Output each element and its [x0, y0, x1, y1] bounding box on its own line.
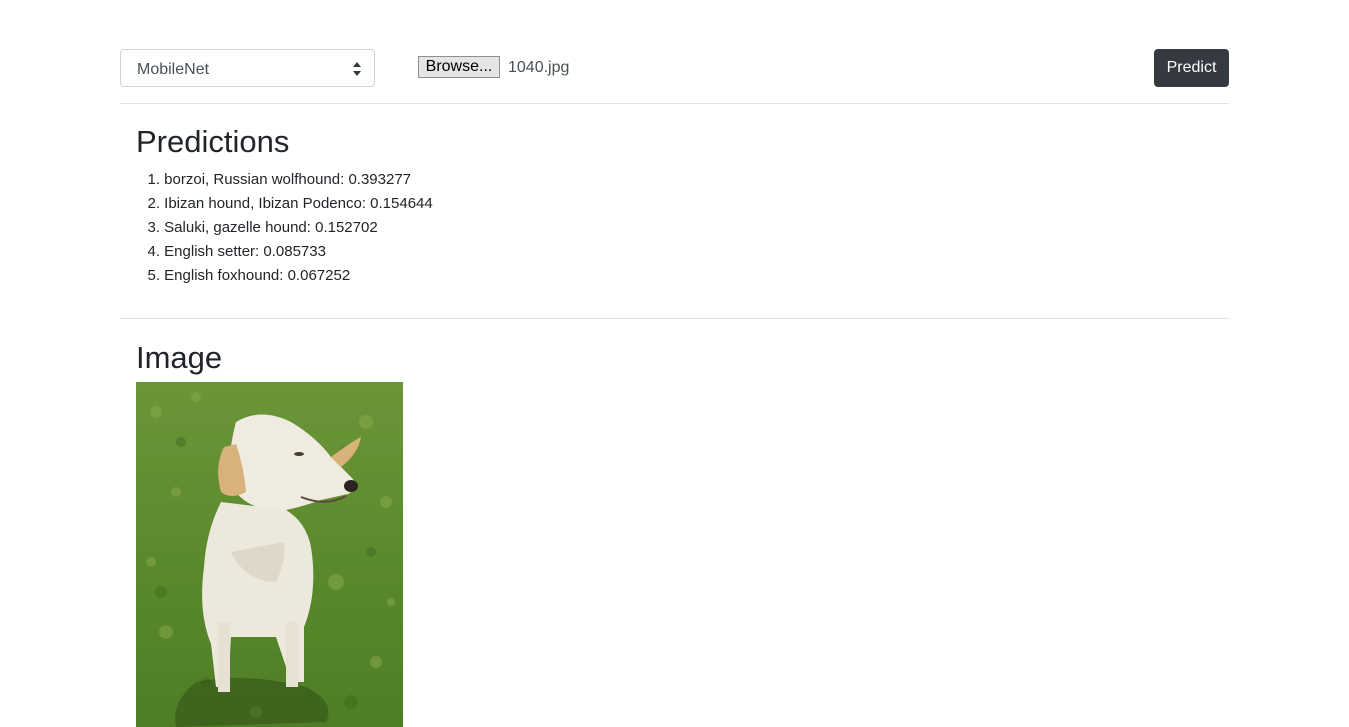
model-select[interactable]: MobileNet	[120, 49, 375, 87]
toolbar: MobileNet Browse... 1040.jpg Predict	[120, 49, 1229, 87]
image-title: Image	[136, 340, 223, 375]
divider-middle	[120, 318, 1229, 319]
dog-photo	[136, 382, 403, 727]
prediction-item: 3. Saluki, gazelle hound: 0.152702	[147, 219, 378, 236]
browse-button[interactable]: Browse...	[418, 56, 500, 78]
predict-button[interactable]: Predict	[1154, 49, 1229, 87]
selected-file-name: 1040.jpg	[508, 59, 570, 76]
dog-image	[136, 382, 403, 727]
divider-top	[120, 103, 1229, 104]
prediction-item: 2. Ibizan hound, Ibizan Podenco: 0.15464…	[147, 195, 433, 212]
predictions-list: 1. borzoi, Russian wolfhound: 0.393277 2…	[136, 168, 433, 288]
prediction-item: 4. English setter: 0.085733	[147, 243, 326, 260]
prediction-item: 1. borzoi, Russian wolfhound: 0.393277	[147, 171, 412, 188]
main-container: MobileNet Browse... 1040.jpg Predict Pre…	[120, 0, 1229, 727]
prediction-item: 5. English foxhound: 0.067252	[147, 267, 351, 284]
model-select-value: MobileNet	[137, 61, 210, 78]
predictions-title: Predictions	[136, 124, 290, 159]
select-caret-icon	[353, 62, 361, 76]
